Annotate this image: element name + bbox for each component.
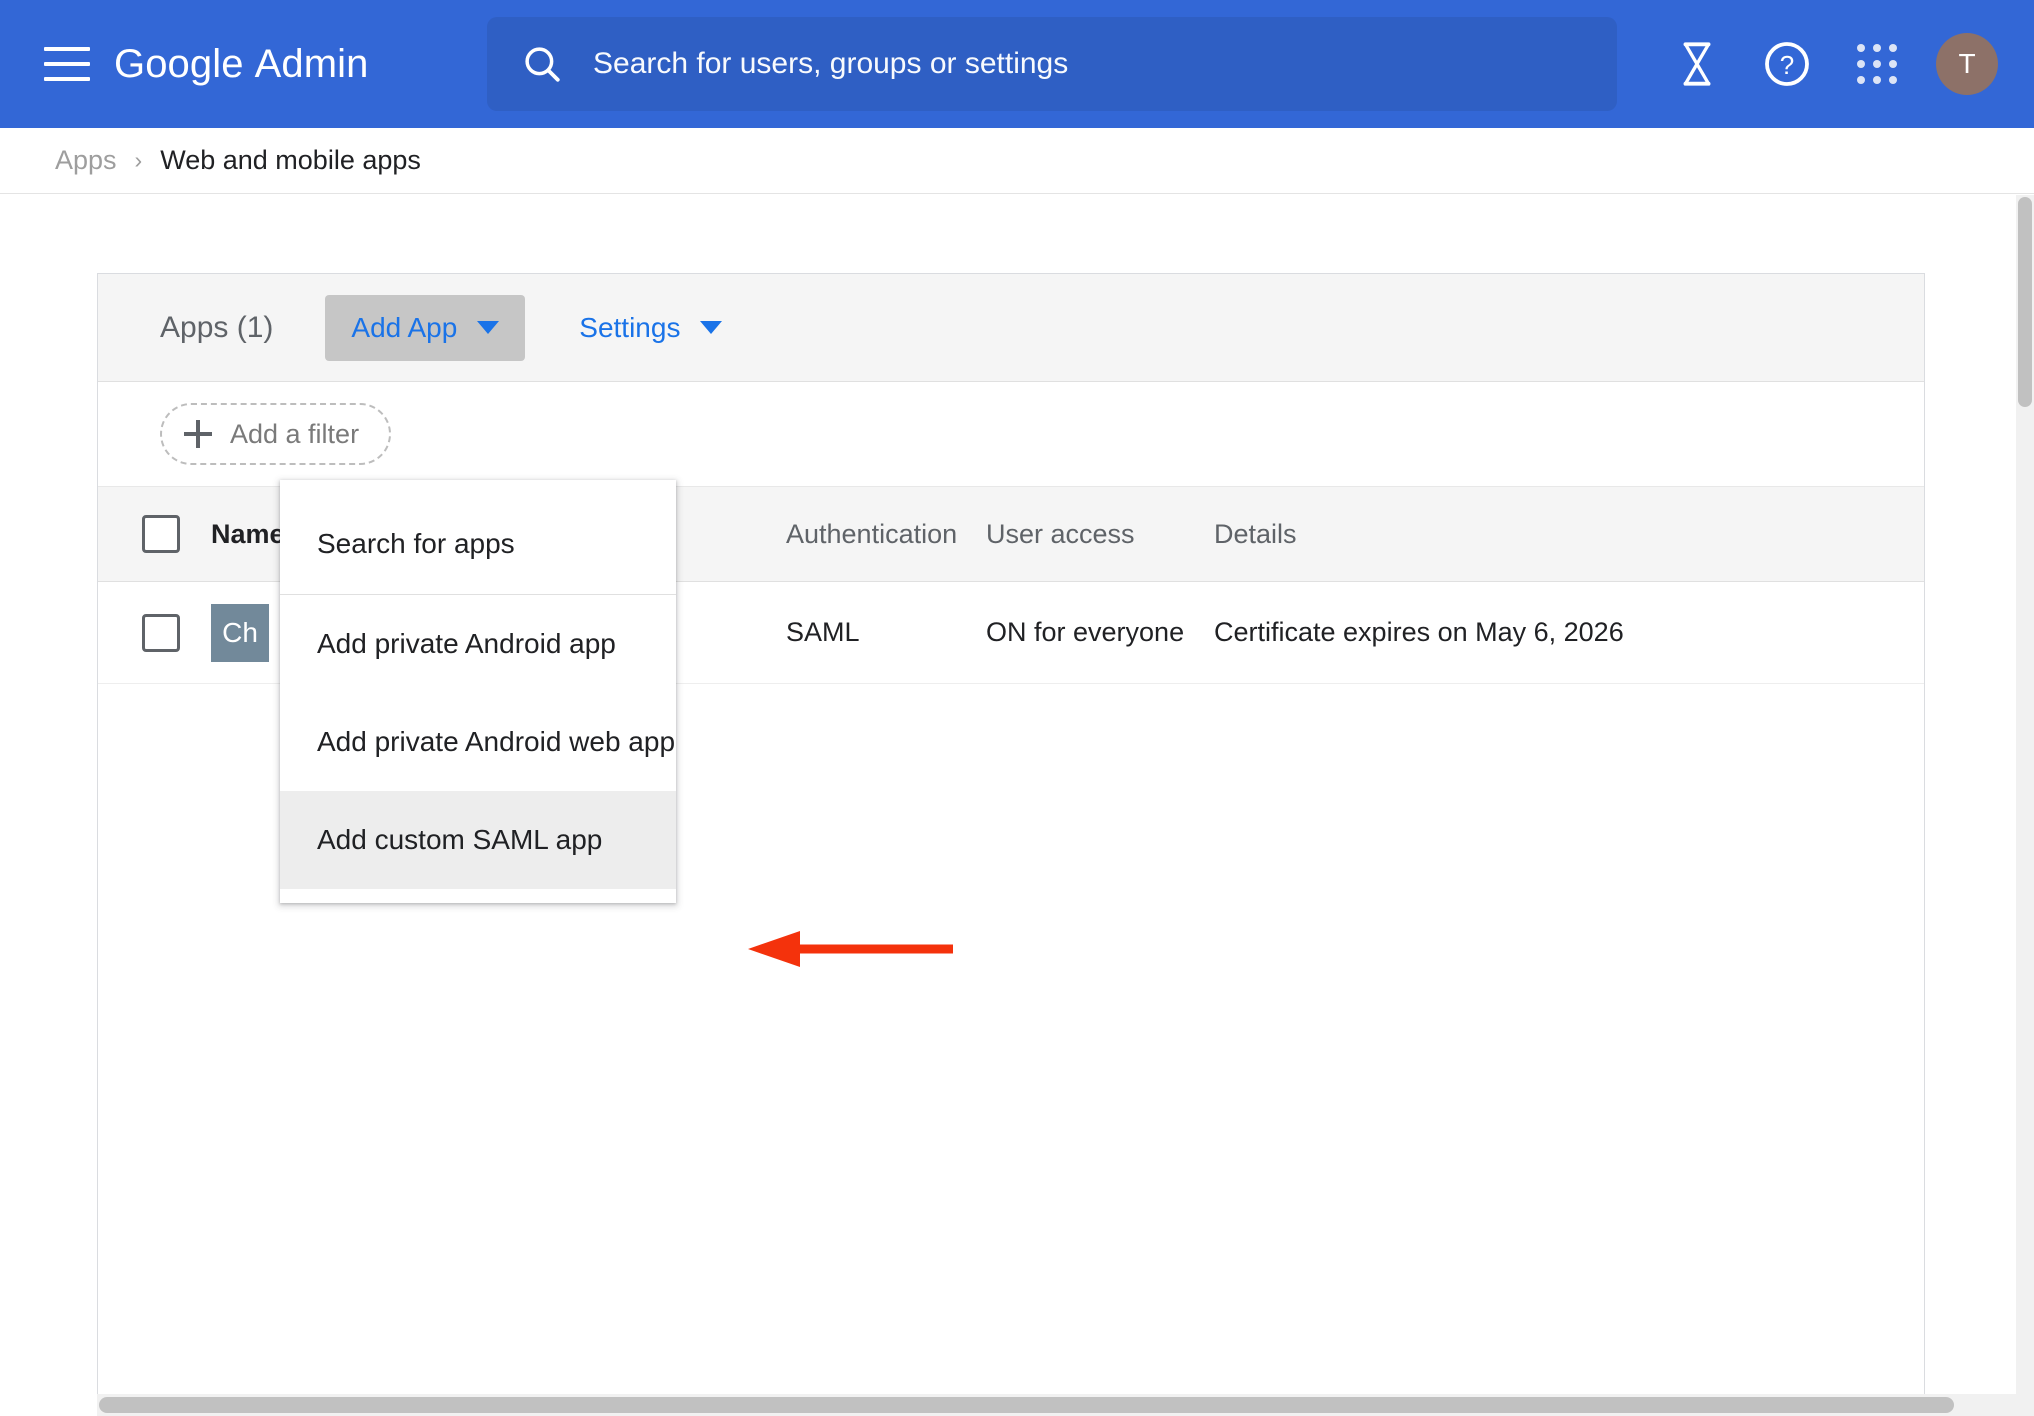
horizontal-scrollbar-thumb[interactable]: [99, 1397, 1954, 1413]
user-access-value: ON for everyone: [986, 617, 1185, 647]
select-all-checkbox[interactable]: [141, 515, 180, 553]
search-icon: [525, 47, 560, 82]
hourglass-icon-button[interactable]: [1652, 19, 1742, 109]
hamburger-line: [44, 77, 90, 81]
breadcrumb-item-apps[interactable]: Apps: [55, 145, 117, 176]
menu-item-add-private-android-app[interactable]: Add private Android app: [280, 595, 676, 693]
add-filter-label: Add a filter: [230, 418, 360, 449]
app-icon: Ch: [211, 603, 269, 662]
menu-item-label: Search for apps: [317, 528, 515, 559]
top-app-bar: Google Admin Search for users, groups or…: [0, 0, 2034, 128]
add-filter-chip[interactable]: Add a filter: [160, 403, 392, 465]
menu-bottom-padding: [280, 889, 676, 903]
menu-item-label: Add custom SAML app: [317, 824, 603, 855]
apps-grid-icon: [1857, 44, 1897, 84]
column-header-user-access-label: User access: [986, 518, 1135, 549]
details-value: Certificate expires on May 6, 2026: [1214, 617, 1624, 647]
vertical-scrollbar[interactable]: [2016, 195, 2034, 1416]
filter-row: Add a filter: [98, 382, 1924, 487]
brand-admin: Admin: [254, 41, 369, 86]
apps-toolbar: Apps (1) Add App Settings: [98, 274, 1924, 382]
cell-user-access: ON for everyone: [986, 617, 1214, 648]
column-header-authentication-label: Authentication: [786, 518, 958, 549]
select-all-cell: [98, 515, 211, 553]
avatar[interactable]: T: [1936, 33, 1998, 95]
horizontal-scrollbar[interactable]: [97, 1394, 2016, 1416]
menu-item-add-private-android-web-app[interactable]: Add private Android web app: [280, 693, 676, 791]
row-checkbox[interactable]: [141, 613, 180, 652]
menu-top-padding: [280, 480, 676, 494]
chevron-down-icon: [700, 321, 723, 334]
svg-text:?: ?: [1780, 50, 1794, 80]
plus-icon: [184, 420, 212, 448]
apps-count-label: Apps (1): [160, 310, 274, 344]
help-icon-button[interactable]: ?: [1742, 19, 1832, 109]
add-app-button-label: Add App: [351, 311, 458, 343]
column-header-details[interactable]: Details: [1214, 519, 1924, 550]
apps-grid-icon-button[interactable]: [1832, 19, 1922, 109]
search-input[interactable]: Search for users, groups or settings: [593, 47, 1068, 81]
brand-google: Google: [114, 41, 244, 86]
global-search-box[interactable]: Search for users, groups or settings: [487, 17, 1617, 111]
column-header-details-label: Details: [1214, 518, 1297, 549]
menu-item-label: Add private Android app: [317, 628, 616, 659]
column-header-name-label: Name: [211, 518, 285, 549]
cell-details: Certificate expires on May 6, 2026: [1214, 617, 1924, 648]
menu-item-label: Add private Android web app: [317, 726, 676, 757]
help-icon: ?: [1765, 42, 1809, 86]
breadcrumb: Apps › Web and mobile apps: [0, 128, 2034, 194]
breadcrumb-current-page: Web and mobile apps: [160, 145, 421, 175]
app-title: Google Admin: [114, 42, 368, 87]
breadcrumb-separator-icon: ›: [134, 147, 143, 173]
cell-authentication: SAML: [786, 617, 986, 648]
hamburger-line: [44, 62, 90, 66]
column-header-user-access[interactable]: User access: [986, 519, 1214, 550]
appbar-action-icons: ? T: [1652, 0, 1998, 128]
settings-button-label: Settings: [579, 311, 681, 343]
hamburger-menu-icon[interactable]: [44, 47, 90, 81]
add-app-dropdown-menu: Search for apps Add private Android app …: [280, 480, 676, 903]
column-header-authentication[interactable]: Authentication: [786, 519, 986, 550]
row-select-cell: [98, 613, 211, 652]
settings-button[interactable]: Settings: [553, 295, 748, 361]
chevron-down-icon: [477, 321, 500, 334]
add-app-button[interactable]: Add App: [325, 294, 526, 361]
vertical-scrollbar-thumb[interactable]: [2018, 197, 2032, 407]
menu-item-search-for-apps[interactable]: Search for apps: [280, 494, 676, 594]
hourglass-icon: [1683, 42, 1711, 86]
hamburger-line: [44, 47, 90, 51]
menu-item-add-custom-saml-app[interactable]: Add custom SAML app: [280, 791, 676, 889]
authentication-value: SAML: [786, 617, 860, 647]
main-content: Apps (1) Add App Settings Add a filter N…: [0, 195, 2034, 1416]
